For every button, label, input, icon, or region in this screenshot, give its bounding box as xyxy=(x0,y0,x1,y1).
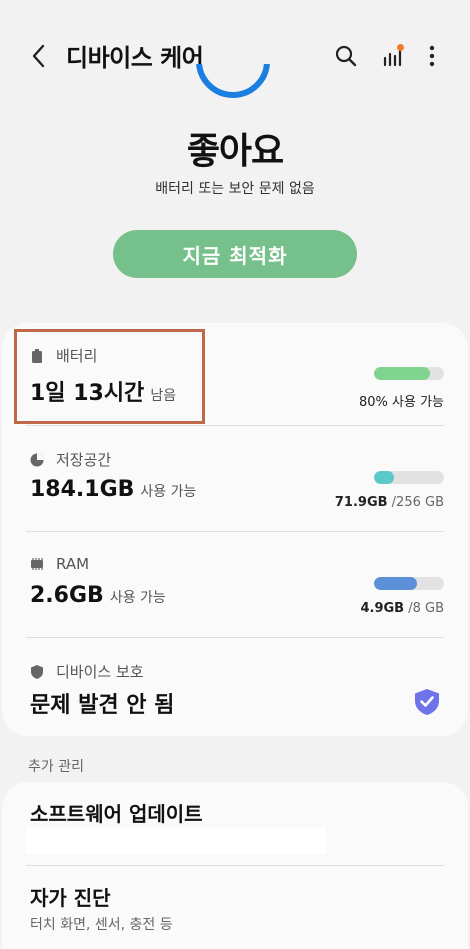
ram-label-text: RAM xyxy=(56,555,90,573)
shield-check-icon xyxy=(415,689,439,715)
status-subtitle: 배터리 또는 보안 문제 없음 xyxy=(155,181,315,197)
divider xyxy=(26,637,444,638)
pie-chart-icon xyxy=(30,453,44,467)
self-diagnosis-item[interactable]: 자가 진단 터치 화면, 센서, 충전 등 xyxy=(2,868,468,949)
status-ring-arc xyxy=(196,64,270,98)
additional-care-card: 소프트웨어 업데이트 자가 진단 터치 화면, 센서, 충전 등 xyxy=(2,782,468,949)
ram-bar xyxy=(374,577,444,590)
ram-available-suffix: 사용 가능 xyxy=(109,590,166,606)
storage-row[interactable]: 저장공간 184.1GB 사용 가능 71.9GB /256 GB xyxy=(2,427,468,531)
storage-bar xyxy=(374,471,444,484)
search-button[interactable] xyxy=(328,38,364,74)
protection-label: 디바이스 보호 xyxy=(30,661,144,682)
storage-available: 184.1GB 사용 가능 xyxy=(30,477,196,502)
protection-status: 문제 발견 안 됨 xyxy=(30,693,175,718)
status-title: 좋아요 xyxy=(186,131,284,172)
search-icon xyxy=(335,45,357,67)
self-diagnosis-title: 자가 진단 xyxy=(30,886,111,910)
battery-bar-fill xyxy=(374,367,430,380)
more-vertical-icon xyxy=(429,45,435,67)
ram-bar-fill xyxy=(374,577,417,590)
storage-label: 저장공간 xyxy=(30,449,111,470)
storage-usage: 71.9GB /256 GB xyxy=(335,495,444,510)
notification-dot xyxy=(397,44,404,51)
ram-row[interactable]: RAM 2.6GB 사용 가능 4.9GB /8 GB xyxy=(2,533,468,637)
storage-bar-fill xyxy=(374,471,394,484)
storage-used: 71.9GB xyxy=(334,495,388,510)
device-care-screen: 디바이스 케어 좋아요 배터리 또는 보안 문제 없음 지금 최적화 배터리 1… xyxy=(0,0,470,949)
ram-total: /8 GB xyxy=(408,601,444,616)
ram-used: 4.9GB xyxy=(360,601,405,616)
storage-available-value: 184.1GB xyxy=(30,477,135,502)
ram-usage: 4.9GB /8 GB xyxy=(360,601,444,616)
storage-label-text: 저장공간 xyxy=(56,451,112,469)
protection-label-text: 디바이스 보호 xyxy=(56,663,144,681)
shield-icon xyxy=(30,664,44,679)
software-update-subtitle-placeholder xyxy=(26,828,326,854)
battery-available: 80% 사용 가능 xyxy=(359,395,444,410)
statistics-button[interactable] xyxy=(374,38,410,74)
status-ring xyxy=(196,64,270,102)
additional-care-section-label: 추가 관리 xyxy=(28,759,84,775)
ram-available-value: 2.6GB xyxy=(30,583,104,608)
software-update-item[interactable]: 소프트웨어 업데이트 xyxy=(2,782,468,866)
storage-available-suffix: 사용 가능 xyxy=(140,484,197,500)
divider xyxy=(26,425,444,426)
back-button[interactable] xyxy=(20,38,56,74)
divider xyxy=(26,531,444,532)
software-update-title: 소프트웨어 업데이트 xyxy=(30,802,203,826)
storage-total: /256 GB xyxy=(391,495,444,510)
page-title: 디바이스 케어 xyxy=(66,44,204,72)
ram-available: 2.6GB 사용 가능 xyxy=(30,583,166,608)
battery-bar xyxy=(374,367,444,380)
optimize-now-button[interactable]: 지금 최적화 xyxy=(113,230,357,278)
self-diagnosis-subtitle: 터치 화면, 센서, 충전 등 xyxy=(30,917,173,933)
ram-label: RAM xyxy=(30,555,89,573)
device-protection-row[interactable]: 디바이스 보호 문제 발견 안 됨 xyxy=(2,639,468,736)
more-options-button[interactable] xyxy=(414,38,450,74)
chevron-left-icon xyxy=(32,44,45,68)
battery-highlight-box xyxy=(14,329,205,424)
divider xyxy=(26,865,444,866)
memory-chip-icon xyxy=(30,557,44,571)
